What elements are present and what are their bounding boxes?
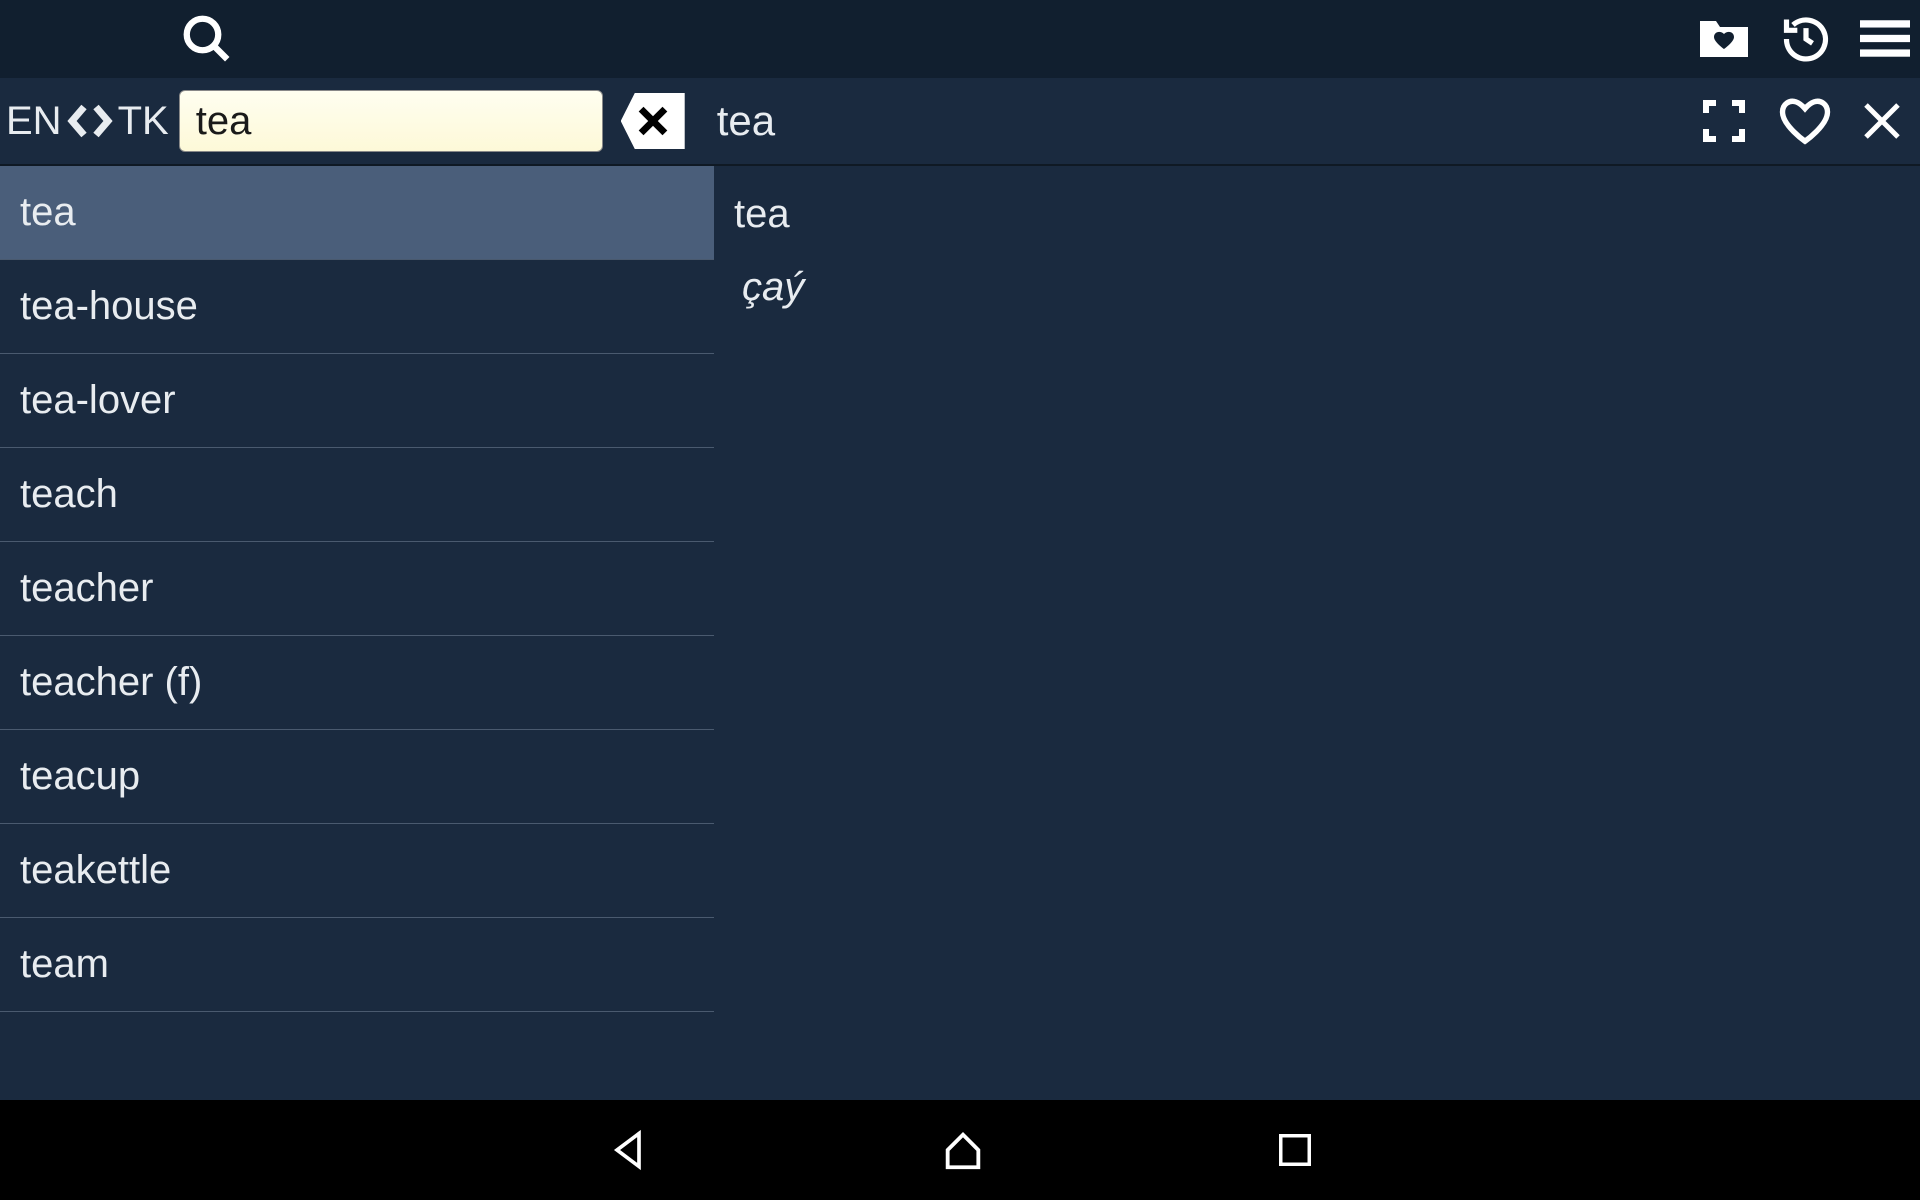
back-button[interactable] — [606, 1128, 650, 1172]
favorite-icon[interactable] — [1778, 96, 1832, 146]
definition-panel: tea çaý — [714, 166, 1920, 1100]
list-item[interactable]: teacup — [0, 730, 714, 824]
search-toolbar: EN TK tea — [0, 78, 1920, 166]
definition-word: tea — [734, 192, 1900, 237]
close-icon[interactable] — [1862, 101, 1902, 141]
favorites-folder-icon[interactable] — [1696, 17, 1752, 61]
language-switcher[interactable]: EN TK — [0, 99, 169, 144]
list-item[interactable]: team — [0, 918, 714, 1012]
fullscreen-icon[interactable] — [1700, 97, 1748, 145]
android-nav-bar — [0, 1100, 1920, 1200]
clear-search-button[interactable] — [621, 93, 685, 149]
list-item[interactable]: tea — [0, 166, 714, 260]
headword-title: tea — [717, 97, 775, 145]
list-item[interactable]: teakettle — [0, 824, 714, 918]
target-lang: TK — [118, 99, 169, 144]
definition-translation: çaý — [734, 265, 1900, 310]
list-item[interactable]: teach — [0, 448, 714, 542]
list-item[interactable]: teacher — [0, 542, 714, 636]
swap-languages-icon[interactable] — [66, 103, 114, 139]
list-item[interactable]: teacher (f) — [0, 636, 714, 730]
list-item[interactable]: tea-house — [0, 260, 714, 354]
list-item[interactable]: tea-lover — [0, 354, 714, 448]
source-lang: EN — [6, 99, 62, 144]
menu-icon[interactable] — [1860, 19, 1910, 59]
word-list: teatea-housetea-loverteachteacherteacher… — [0, 166, 714, 1100]
history-icon[interactable] — [1780, 13, 1832, 65]
home-button[interactable] — [940, 1127, 986, 1173]
search-input[interactable] — [179, 90, 603, 152]
top-toolbar — [0, 0, 1920, 78]
recent-apps-button[interactable] — [1276, 1131, 1314, 1169]
search-icon[interactable] — [180, 12, 234, 66]
